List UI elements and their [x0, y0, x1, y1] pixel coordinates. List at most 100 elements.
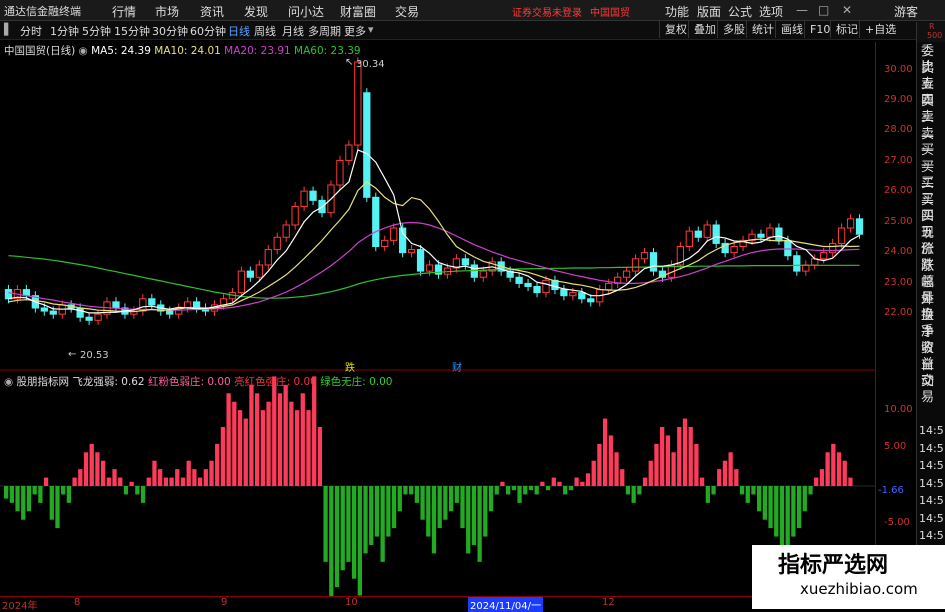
indicator-bar [152, 460, 157, 486]
toggle-circle-icon[interactable]: ◉ [79, 45, 88, 57]
indicator-bar [306, 410, 311, 486]
menu-gongshi[interactable]: 公式 [728, 3, 752, 20]
indicator-bar [72, 477, 77, 486]
indicator-bar [369, 486, 374, 545]
indicator-bar [61, 486, 66, 495]
indicator-bar [814, 477, 819, 486]
close-icon[interactable]: ✕ [842, 3, 852, 17]
candle-body [291, 206, 299, 226]
maximize-icon[interactable]: □ [818, 3, 829, 17]
side-time-label: 14:5 [919, 511, 944, 525]
indicator-bar [277, 393, 283, 486]
app-title: 通达信金融终端 [4, 5, 81, 18]
candle-body [112, 301, 120, 309]
candle-body [703, 224, 711, 238]
candle-body [354, 61, 362, 146]
trade-login-warning[interactable]: 证券交易未登录 [512, 4, 582, 19]
current-stock-name: 中国国贸 [590, 8, 630, 19]
indicator-bar [374, 486, 380, 537]
menu-toggle-icon[interactable]: ▌ [4, 23, 12, 36]
indicator-bar [100, 460, 106, 486]
toggle-circle-icon[interactable]: ◉ [4, 376, 13, 388]
period-weekly[interactable]: 周线 [254, 23, 276, 39]
period-fenshi[interactable]: 分时 [20, 23, 42, 39]
indicator-bar [494, 486, 499, 495]
indicator-bar [215, 443, 220, 486]
indicator-bar [95, 452, 100, 486]
minimize-icon[interactable]: — [796, 3, 808, 17]
indicator-bar [391, 486, 397, 529]
period-monthly[interactable]: 月线 [282, 23, 304, 39]
menu-faxian[interactable]: 发现 [244, 3, 268, 20]
low-price-annotation: 20.53 [80, 350, 109, 361]
indicator-bar [580, 481, 585, 486]
indicator-bar [517, 486, 522, 503]
menu-wenxiaoda[interactable]: 问小达 [288, 3, 324, 20]
add-watchlist-button[interactable]: +自选 [859, 21, 901, 38]
indicator-bar [477, 486, 482, 562]
period-60min[interactable]: 60分钟 [190, 23, 226, 39]
side-time-label: 14:5 [919, 529, 944, 542]
candle-body [49, 310, 57, 315]
menu-shichang[interactable]: 市场 [155, 3, 179, 20]
price-axis: 30.00 29.00 28.00 27.00 26.00 25.00 24.0… [875, 42, 917, 609]
candle-body [622, 270, 631, 278]
indicator-bar [443, 486, 448, 520]
period-30min[interactable]: 30分钟 [152, 23, 188, 39]
menu-hangqing[interactable]: 行情 [112, 3, 136, 20]
menu-jiaoyi[interactable]: 交易 [395, 3, 419, 20]
period-daily[interactable]: 日线 [228, 23, 250, 39]
period-15min[interactable]: 15分钟 [114, 23, 150, 39]
candle-body [793, 255, 801, 272]
guest-label[interactable]: 游客 [894, 3, 918, 20]
indicator-value-red: 亮红色强庄: 0.00 [234, 376, 317, 388]
candle-body [533, 285, 541, 294]
indicator-bar [528, 486, 534, 491]
period-1min[interactable]: 1分钟 [50, 23, 79, 39]
indicator-bar [112, 469, 117, 486]
period-5min[interactable]: 5分钟 [82, 23, 111, 39]
indicator-bar [768, 486, 773, 529]
indicator-bar [511, 486, 516, 491]
indicator-bar [717, 469, 722, 486]
indicator-bar [620, 469, 625, 486]
event-mark-cai[interactable]: 财 [452, 359, 462, 374]
date-tick: 10 [345, 597, 358, 608]
indicator-value-main: 飞龙强弱: 0.62 [72, 376, 145, 388]
side-field-label[interactable]: 交易 [921, 374, 945, 406]
candle-body [94, 313, 102, 321]
y-tick: 25.00 [884, 216, 913, 227]
chevron-down-icon[interactable]: ▾ [368, 23, 374, 36]
period-more[interactable]: 更多 [344, 23, 366, 39]
candle-body [300, 190, 308, 208]
menu-zixun[interactable]: 资讯 [200, 3, 224, 20]
candle-body [425, 264, 434, 272]
indicator-bar [169, 477, 174, 486]
chart-area[interactable] [0, 40, 875, 596]
menu-caifuquan[interactable]: 财富圈 [340, 3, 376, 20]
indicator-bar [397, 486, 402, 512]
indicator-bar [363, 486, 368, 554]
indicator-bar [591, 460, 596, 486]
indicator-bar [289, 401, 294, 486]
ma60-label: MA60: 23.39 [294, 45, 361, 57]
candle-body [605, 282, 613, 291]
indicator-bar [791, 486, 796, 537]
period-multi[interactable]: 多周期 [308, 23, 341, 39]
indicator-bar [574, 477, 579, 486]
menu-banmian[interactable]: 版面 [697, 3, 721, 20]
indicator-bar [545, 486, 551, 491]
indicator-bar [21, 486, 26, 520]
indicator-bar [129, 481, 134, 486]
menu-xuanxiang[interactable]: 选项 [759, 3, 783, 20]
indicator-bar [774, 486, 779, 537]
indicator-bar [460, 486, 465, 529]
candle-body [649, 252, 658, 272]
candle-body [569, 292, 577, 297]
event-mark-die[interactable]: 跌 [345, 359, 355, 374]
candle-body [4, 289, 13, 300]
indicator-bar [831, 443, 836, 486]
indicator-bar [175, 469, 180, 486]
menu-gongneng[interactable]: 功能 [665, 3, 689, 20]
candle-body [515, 276, 523, 284]
